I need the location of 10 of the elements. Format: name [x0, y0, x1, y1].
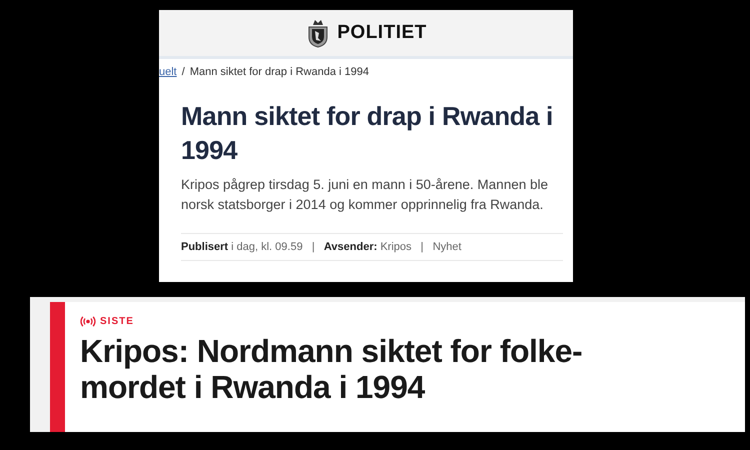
breadcrumb-link[interactable]: uelt	[159, 66, 177, 78]
breadcrumb-separator: /	[182, 66, 185, 78]
article-lead: Kripos pågrep tirsdag 5. juni en mann i 50-årene. Mannen ble norsk statsborger i 2014 og kommer opprinnelig fra Rwanda.	[180, 176, 549, 214]
article-meta: Publisert i dag, kl. 09.59 | Avsender: Kripos | Nyhet	[181, 233, 563, 261]
broadcast-icon	[80, 316, 96, 327]
site-name: POLITIET	[337, 22, 427, 44]
latest-label: SISTE	[100, 316, 134, 327]
breadcrumb-current: Mann siktet for drap i Rwanda i 1994	[190, 66, 369, 78]
news-headline: Kripos: Nordmann siktet for folke- mordet i Rwanda i 1994	[80, 332, 584, 405]
article-headline: Mann siktet for drap i Rwanda i 1994	[180, 100, 554, 167]
